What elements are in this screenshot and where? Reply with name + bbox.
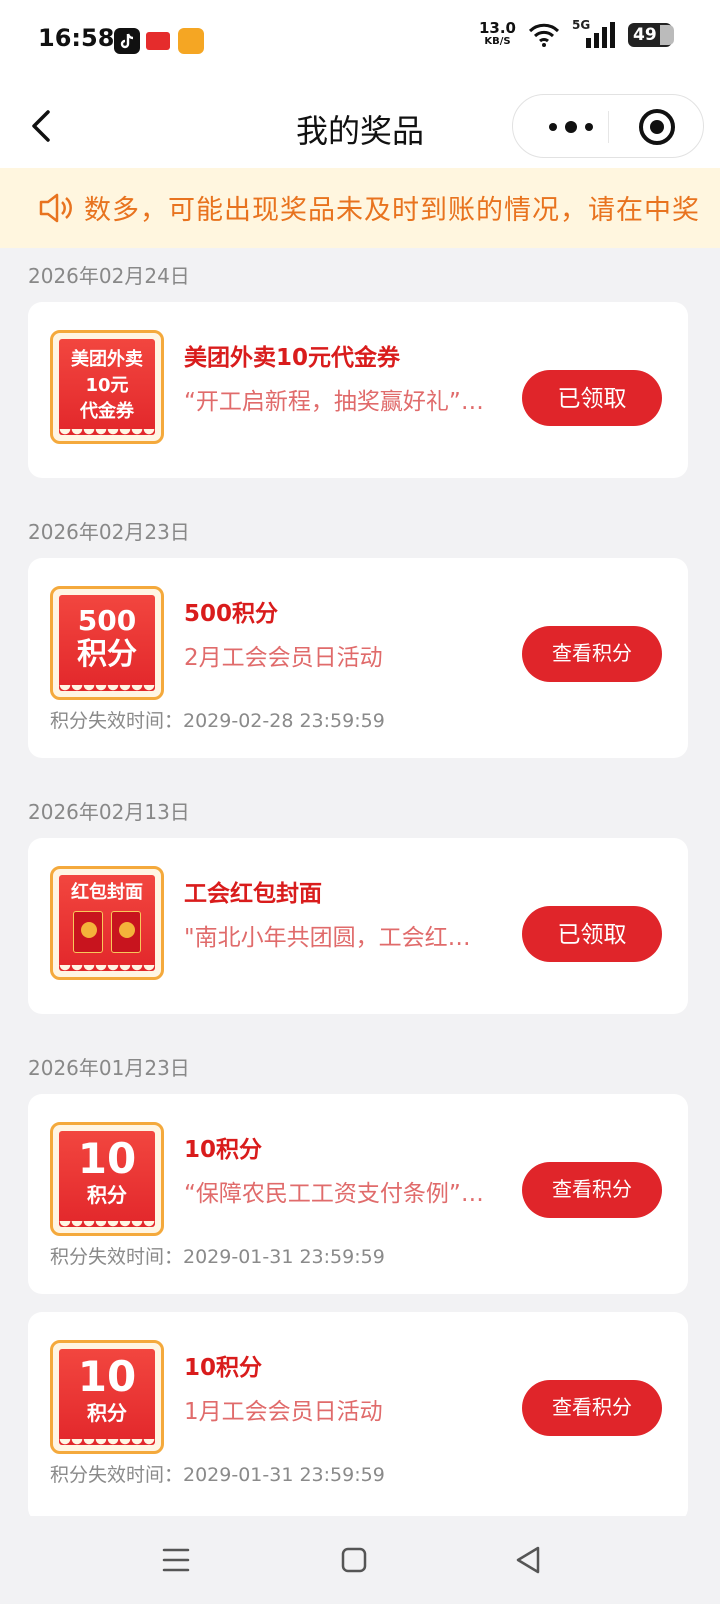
network-speed: 13.0 KB/S: [479, 21, 516, 48]
close-mini-program-icon[interactable]: [637, 107, 677, 147]
date-label: 2026年02月23日: [28, 520, 190, 544]
thumb-line: 500: [77, 604, 137, 637]
thumb-line: 红包封面: [71, 882, 143, 903]
speaker-icon: [39, 193, 72, 223]
claimed-button[interactable]: 已领取: [522, 370, 662, 426]
expire-time: 积分失效时间：2029-02-28 23:59:59: [50, 710, 385, 732]
notice-banner: 数多，可能出现奖品未及时到账的情况，请在中奖: [0, 168, 720, 248]
prize-thumbnail: 500 积分: [50, 586, 164, 700]
thumb-line: 积分: [87, 1401, 127, 1425]
prize-card: 10 积分 10积分 “保障农民工工资支付条例”知识竞答 查看积分 积分失效时间…: [28, 1094, 688, 1294]
prize-list: 2026年02月24日 美团外卖 10元 代金券 美团外卖10元代金券 “开工启…: [0, 248, 720, 1516]
prize-subtitle: 1月工会会员日活动: [184, 1399, 383, 1425]
thumb-line: 美团外卖: [71, 349, 143, 370]
expire-time: 积分失效时间：2029-01-31 23:59:59: [50, 1464, 385, 1486]
tiktok-icon: [114, 28, 140, 54]
prize-subtitle: 2月工会会员日活动: [184, 645, 383, 671]
prize-card: 500 积分 500积分 2月工会会员日活动 查看积分 积分失效时间：2029-…: [28, 558, 688, 758]
prize-thumbnail: 红包封面: [50, 866, 164, 980]
toutiao-icon: [146, 32, 170, 50]
prize-title: 美团外卖10元代金券: [184, 345, 401, 371]
thumb-line: 10元: [85, 375, 129, 396]
wifi-icon: [528, 23, 560, 47]
notice-text: 数多，可能出现奖品未及时到账的情况，请在中奖: [84, 195, 700, 226]
date-label: 2026年01月23日: [28, 1056, 190, 1080]
view-points-button[interactable]: 查看积分: [522, 1162, 662, 1218]
home-icon[interactable]: [334, 1540, 374, 1580]
status-time: 16:58: [38, 24, 115, 52]
thumb-line: 10: [77, 1352, 137, 1401]
prize-thumbnail: 10 积分: [50, 1340, 164, 1454]
prize-title: 500积分: [184, 601, 279, 627]
system-nav-bar: [0, 1516, 720, 1604]
date-label: 2026年02月13日: [28, 800, 190, 824]
more-icon[interactable]: [541, 113, 601, 141]
battery-icon: 49: [628, 23, 674, 47]
prize-title: 10积分: [184, 1137, 263, 1163]
prize-card: 美团外卖 10元 代金券 美团外卖10元代金券 “开工启新程，抽奖赢好礼”活动 …: [28, 302, 688, 478]
signal-icon: 5G: [572, 18, 616, 48]
back-nav-icon[interactable]: [508, 1540, 548, 1580]
thumb-line: 积分: [77, 637, 137, 672]
view-points-button[interactable]: 查看积分: [522, 1380, 662, 1436]
claimed-button[interactable]: 已领取: [522, 906, 662, 962]
expire-time: 积分失效时间：2029-01-31 23:59:59: [50, 1246, 385, 1268]
status-bar: 16:58 13.0 KB/S 5G 49: [0, 0, 720, 84]
date-label: 2026年02月24日: [28, 264, 190, 288]
red-envelope-icon: [73, 911, 103, 953]
nav-bar: 我的奖品: [0, 84, 720, 168]
prize-title: 工会红包封面: [184, 881, 322, 907]
thumb-line: 10: [77, 1134, 137, 1183]
capsule-divider: [608, 111, 609, 143]
prize-thumbnail: 10 积分: [50, 1122, 164, 1236]
red-envelope-icon: [111, 911, 141, 953]
prize-subtitle: “开工启新程，抽奖赢好礼”活动: [184, 389, 484, 415]
battery-level: 49: [633, 25, 657, 45]
mini-program-capsule: [512, 94, 704, 158]
view-points-button[interactable]: 查看积分: [522, 626, 662, 682]
app-icon: [178, 28, 204, 54]
thumb-line: 积分: [87, 1183, 127, 1207]
net-speed-unit: KB/S: [484, 36, 511, 47]
prize-subtitle: "南北小年共团圆，工会红包送祝福": [184, 925, 484, 951]
prize-subtitle: “保障农民工工资支付条例”知识竞答: [184, 1181, 484, 1207]
menu-icon[interactable]: [156, 1540, 196, 1580]
prize-title: 10积分: [184, 1355, 263, 1381]
prize-card: 红包封面 工会红包封面 "南北小年共团圆，工会红包送祝福" 已领取: [28, 838, 688, 1014]
thumb-line: 代金券: [80, 401, 134, 422]
prize-thumbnail: 美团外卖 10元 代金券: [50, 330, 164, 444]
prize-card: 10 积分 10积分 1月工会会员日活动 查看积分 积分失效时间：2029-01…: [28, 1312, 688, 1516]
